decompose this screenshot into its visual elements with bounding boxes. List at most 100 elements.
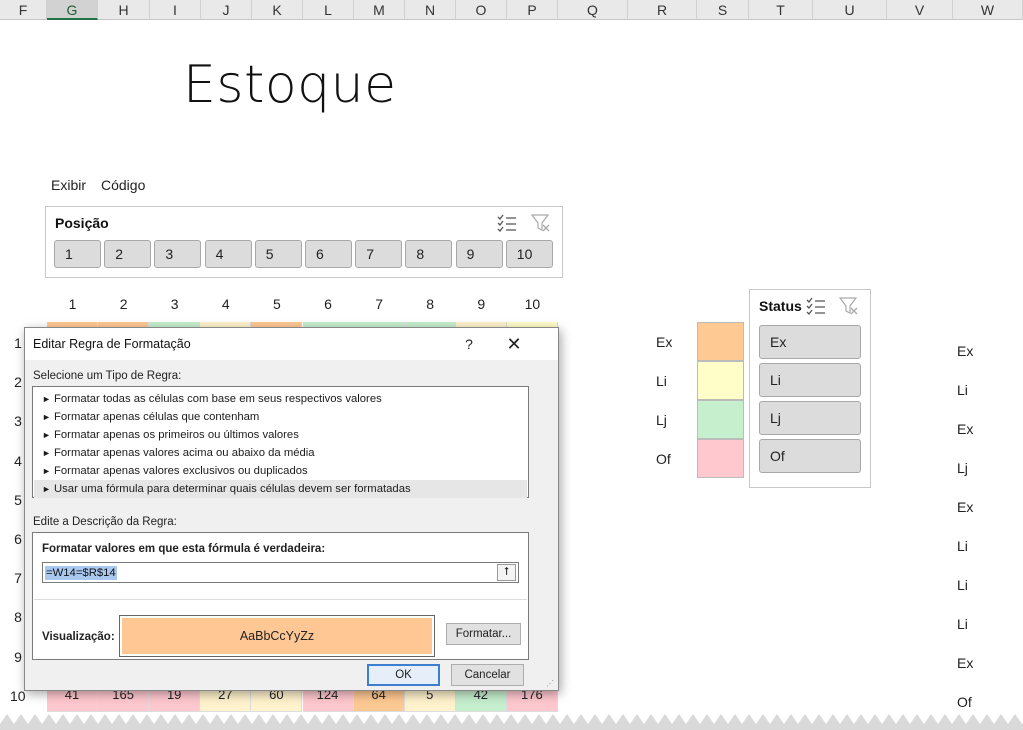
rule-type-item[interactable]: ► Formatar apenas os primeiros ou últimos…: [34, 426, 527, 444]
posicao-button-7[interactable]: 7: [355, 240, 403, 268]
posicao-button-9[interactable]: 9: [455, 240, 503, 268]
posicao-button-3[interactable]: 3: [154, 240, 202, 268]
grid-column-number: 4: [221, 296, 230, 312]
formula-input[interactable]: =W14=$R$14 ⭡: [42, 562, 519, 583]
column-header-k[interactable]: K: [252, 0, 303, 20]
preview-text: AaBbCcYyZz: [122, 618, 432, 654]
column-header-p[interactable]: P: [507, 0, 558, 20]
clear-filter-icon[interactable]: [530, 213, 552, 233]
column-header-i[interactable]: I: [150, 0, 201, 20]
clear-filter-icon[interactable]: [838, 296, 860, 316]
w-column-value: Ex: [957, 655, 974, 671]
w-column-value: Li: [957, 616, 968, 632]
grid-column-number: 7: [375, 296, 383, 312]
posicao-button-10[interactable]: 10: [505, 240, 553, 268]
column-header-j[interactable]: J: [201, 0, 252, 20]
preview-label: Visualização:: [42, 631, 115, 643]
legend-label: Li: [656, 373, 667, 389]
rule-type-item[interactable]: ► Usar uma fórmula para determinar quais …: [34, 480, 527, 498]
rule-type-item[interactable]: ► Formatar apenas células que contenham: [34, 408, 527, 426]
rule-type-item[interactable]: ► Formatar todas as células com base em s…: [34, 390, 527, 408]
posicao-slicer: Posição 1 2 3 4 5 6 7 8 9 10: [45, 206, 563, 278]
cancel-button[interactable]: Cancelar: [451, 664, 524, 686]
resize-grip-icon[interactable]: ⋰: [546, 679, 554, 688]
close-icon[interactable]: ✕: [499, 332, 529, 356]
column-header-r[interactable]: R: [628, 0, 697, 20]
posicao-button-2[interactable]: 2: [104, 240, 152, 268]
rule-type-item[interactable]: ► Formatar apenas valores exclusivos ou d…: [34, 462, 527, 480]
dialog-title-bar[interactable]: Editar Regra de Formatação ? ✕: [25, 328, 558, 360]
w-column-value: Lj: [957, 460, 968, 476]
status-button-lj[interactable]: Lj: [759, 401, 861, 435]
arrow-right-icon: ►: [42, 430, 51, 440]
rule-type-item[interactable]: ► Formatar apenas valores acima ou abaixo…: [34, 444, 527, 462]
column-header-t[interactable]: T: [749, 0, 813, 20]
arrow-right-icon: ►: [42, 466, 51, 476]
column-header-w[interactable]: W: [953, 0, 1023, 20]
rule-type-label: Formatar apenas valores exclusivos ou du…: [54, 465, 308, 477]
rule-description-panel: Formatar valores em que esta fórmula é v…: [32, 532, 529, 660]
rule-type-list[interactable]: ► Formatar todas as células com base em s…: [32, 386, 529, 498]
rule-type-label: Formatar apenas os primeiros ou últimos …: [54, 429, 299, 441]
multi-select-icon[interactable]: [805, 296, 827, 316]
multi-select-icon[interactable]: [496, 213, 518, 233]
grid-column-number: 3: [170, 296, 179, 312]
column-header-h[interactable]: H: [98, 0, 150, 20]
posicao-button-8[interactable]: 8: [405, 240, 453, 268]
legend-swatch: [697, 322, 744, 361]
legend-swatch: [697, 400, 744, 439]
column-header-q[interactable]: Q: [558, 0, 628, 20]
row-number: 4: [14, 452, 22, 469]
status-button-ex[interactable]: Ex: [759, 325, 861, 359]
legend-label: Ex: [656, 334, 673, 350]
select-rule-type-label: Selecione um Tipo de Regra:: [33, 370, 182, 382]
legend-swatch: [697, 439, 744, 478]
w-column-value: Li: [957, 538, 968, 554]
row-number: 7: [14, 570, 22, 587]
column-header-l[interactable]: L: [303, 0, 354, 20]
rule-type-label: Formatar todas as células com base em se…: [54, 393, 382, 405]
grid-column-number: 9: [477, 296, 486, 312]
row-number: 9: [14, 648, 22, 665]
edit-formatting-rule-dialog: Editar Regra de Formatação ? ✕ Selecione…: [24, 327, 559, 691]
grid-column-number: 2: [119, 296, 128, 312]
ok-button[interactable]: OK: [367, 664, 440, 686]
column-header-s[interactable]: S: [697, 0, 749, 20]
legend-swatch: [697, 361, 744, 400]
column-header-n[interactable]: N: [405, 0, 456, 20]
w-column-value: Ex: [957, 499, 974, 515]
arrow-right-icon: ►: [42, 394, 51, 404]
grid-column-number: 5: [272, 296, 281, 312]
column-header-m[interactable]: M: [354, 0, 405, 20]
posicao-button-4[interactable]: 4: [204, 240, 252, 268]
range-collapse-icon[interactable]: ⭡: [497, 564, 516, 581]
posicao-button-5[interactable]: 5: [254, 240, 302, 268]
formula-value[interactable]: =W14=$R$14: [45, 566, 117, 580]
column-header-g[interactable]: G: [47, 0, 98, 20]
row-number: 1: [14, 335, 22, 351]
w-column-value: Li: [957, 577, 968, 593]
status-button-of[interactable]: Of: [759, 439, 861, 473]
posicao-button-1[interactable]: 1: [54, 240, 101, 268]
sheet-title: Estoque: [183, 55, 397, 115]
arrow-right-icon: ►: [42, 448, 51, 458]
status-button-li[interactable]: Li: [759, 363, 861, 397]
rule-type-label: Usar uma fórmula para determinar quais c…: [54, 483, 411, 495]
column-header-v[interactable]: V: [887, 0, 953, 20]
legend-label: Lj: [656, 412, 667, 428]
divider: [34, 599, 527, 600]
arrow-right-icon: ►: [42, 484, 51, 494]
format-button[interactable]: Formatar...: [446, 623, 521, 645]
grid-column-number: 1: [68, 296, 77, 312]
column-header-f[interactable]: F: [0, 0, 47, 20]
rule-type-label: Formatar apenas valores acima ou abaixo …: [54, 447, 315, 459]
help-button[interactable]: ?: [462, 336, 476, 352]
codigo-label: Código: [101, 177, 146, 193]
row-number: 6: [14, 531, 22, 547]
column-header-u[interactable]: U: [813, 0, 887, 20]
posicao-button-6[interactable]: 6: [305, 240, 352, 268]
column-header-o[interactable]: O: [456, 0, 507, 20]
posicao-slicer-header: Posição: [55, 215, 109, 231]
w-column-value: Li: [957, 382, 968, 398]
edit-description-label: Edite a Descrição da Regra:: [33, 516, 177, 528]
